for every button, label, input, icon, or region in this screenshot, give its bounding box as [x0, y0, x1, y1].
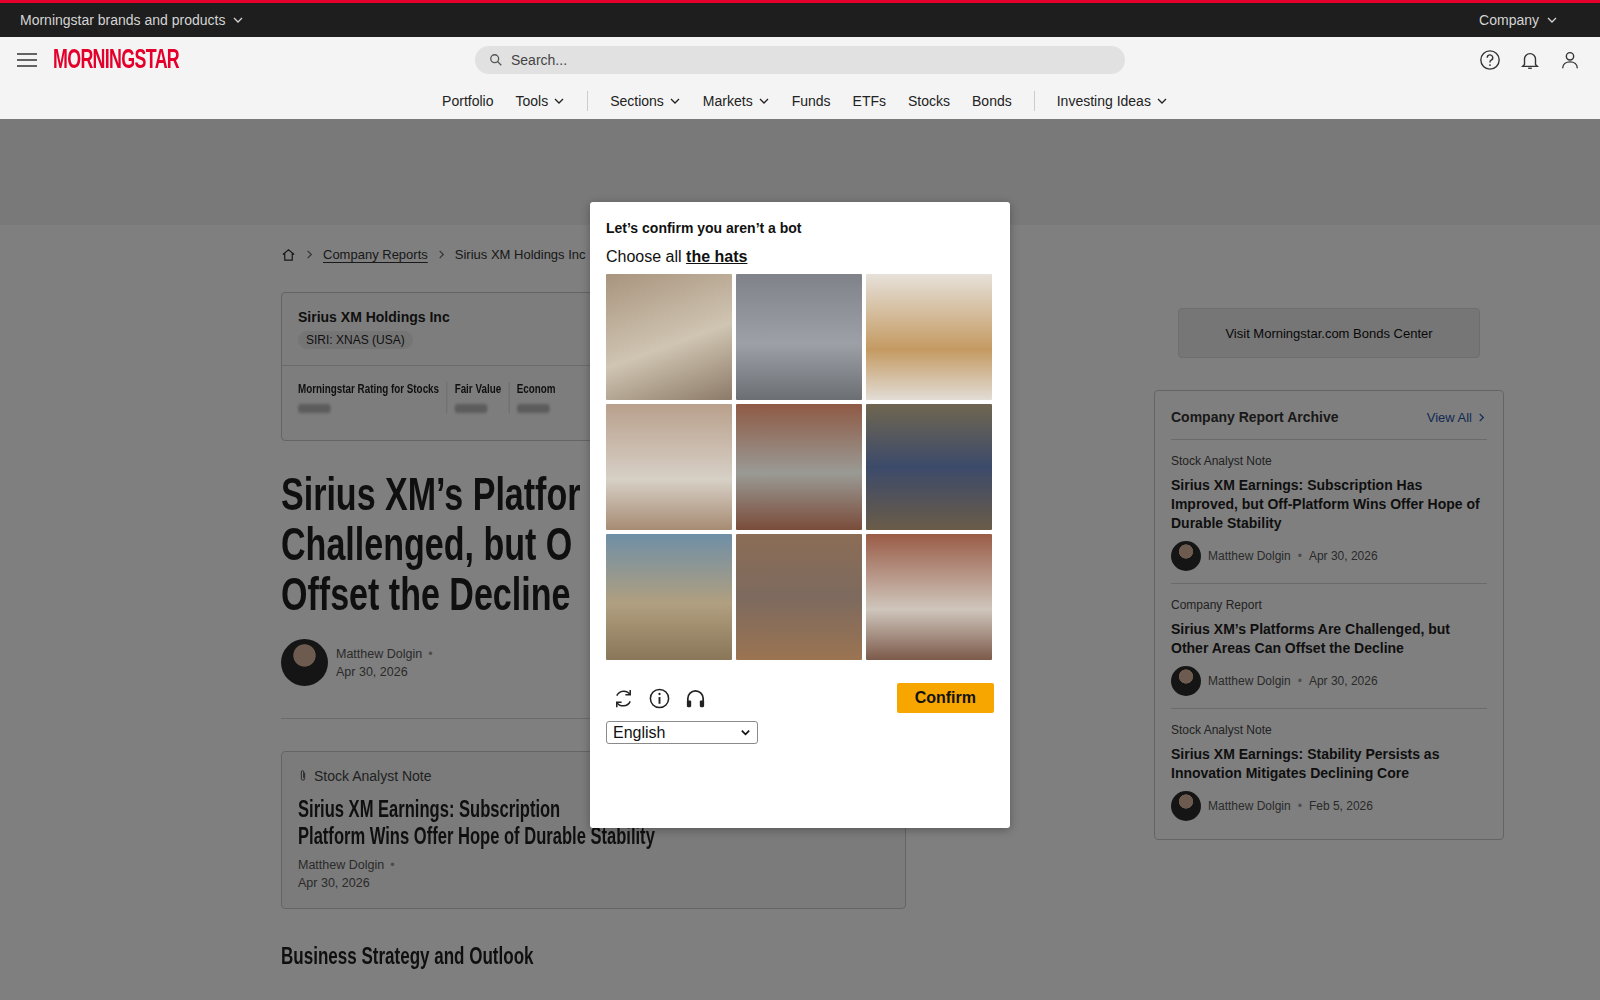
page: Morningstar brands and products Company MO…: [0, 0, 1600, 1000]
captcha-tile[interactable]: [736, 534, 862, 660]
captcha-tile[interactable]: [606, 534, 732, 660]
chevron-down-icon: [758, 95, 770, 107]
nav-link[interactable]: ETFs: [853, 93, 886, 109]
nav-divider: [1034, 91, 1035, 111]
main: Company ReportsSirius XM Holdings IncSir…: [0, 119, 1600, 1000]
confirm-button[interactable]: Confirm: [897, 683, 994, 713]
captcha-dialog: Let’s confirm you aren’t a botChoose all…: [590, 202, 1010, 828]
captcha-tile[interactable]: [866, 274, 992, 400]
captcha-tile[interactable]: [866, 404, 992, 530]
info-icon[interactable]: [648, 687, 671, 710]
search-field[interactable]: Search...: [475, 46, 1125, 74]
chevron-down-icon: [1546, 14, 1558, 26]
chevron-down-icon: [740, 727, 751, 738]
refresh-icon[interactable]: [612, 687, 635, 710]
captcha-tile[interactable]: [736, 404, 862, 530]
captcha-tile[interactable]: [606, 274, 732, 400]
logo[interactable]: MORNINGSTAR: [53, 44, 179, 75]
nav-link[interactable]: Investing Ideas: [1057, 93, 1168, 109]
top-bar: Morningstar brands and products Company: [0, 0, 1600, 37]
header: MORNINGSTAR Search... Portfolio Tools Sectio…: [0, 37, 1600, 119]
help-icon[interactable]: [1479, 49, 1501, 71]
nav-link[interactable]: Sections: [610, 93, 681, 109]
nav-link[interactable]: Stocks: [908, 93, 950, 109]
top-bar-link[interactable]: Company: [1479, 12, 1558, 28]
nav-divider: [587, 91, 588, 111]
nav-link[interactable]: Bonds: [972, 93, 1012, 109]
captcha-tile[interactable]: [606, 404, 732, 530]
chevron-down-icon: [1156, 95, 1168, 107]
menu-icon[interactable]: [17, 53, 37, 67]
nav-link[interactable]: Markets: [703, 93, 770, 109]
chevron-down-icon: [553, 95, 565, 107]
search-icon: [489, 53, 503, 67]
main-nav: Portfolio Tools Sections Markets Funds ETFs St…: [0, 82, 1600, 119]
top-bar-link[interactable]: Morningstar brands and products: [20, 12, 244, 28]
nav-link[interactable]: Funds: [792, 93, 831, 109]
chevron-down-icon: [669, 95, 681, 107]
captcha-tile[interactable]: [866, 534, 992, 660]
bell-icon[interactable]: [1519, 49, 1541, 71]
captcha-tile[interactable]: [736, 274, 862, 400]
chevron-down-icon: [232, 14, 244, 26]
headphones-icon[interactable]: [684, 687, 707, 710]
nav-link[interactable]: Tools: [515, 93, 565, 109]
language-select[interactable]: English: [606, 721, 758, 744]
user-icon[interactable]: [1559, 49, 1581, 71]
nav-link[interactable]: Portfolio: [442, 93, 493, 109]
